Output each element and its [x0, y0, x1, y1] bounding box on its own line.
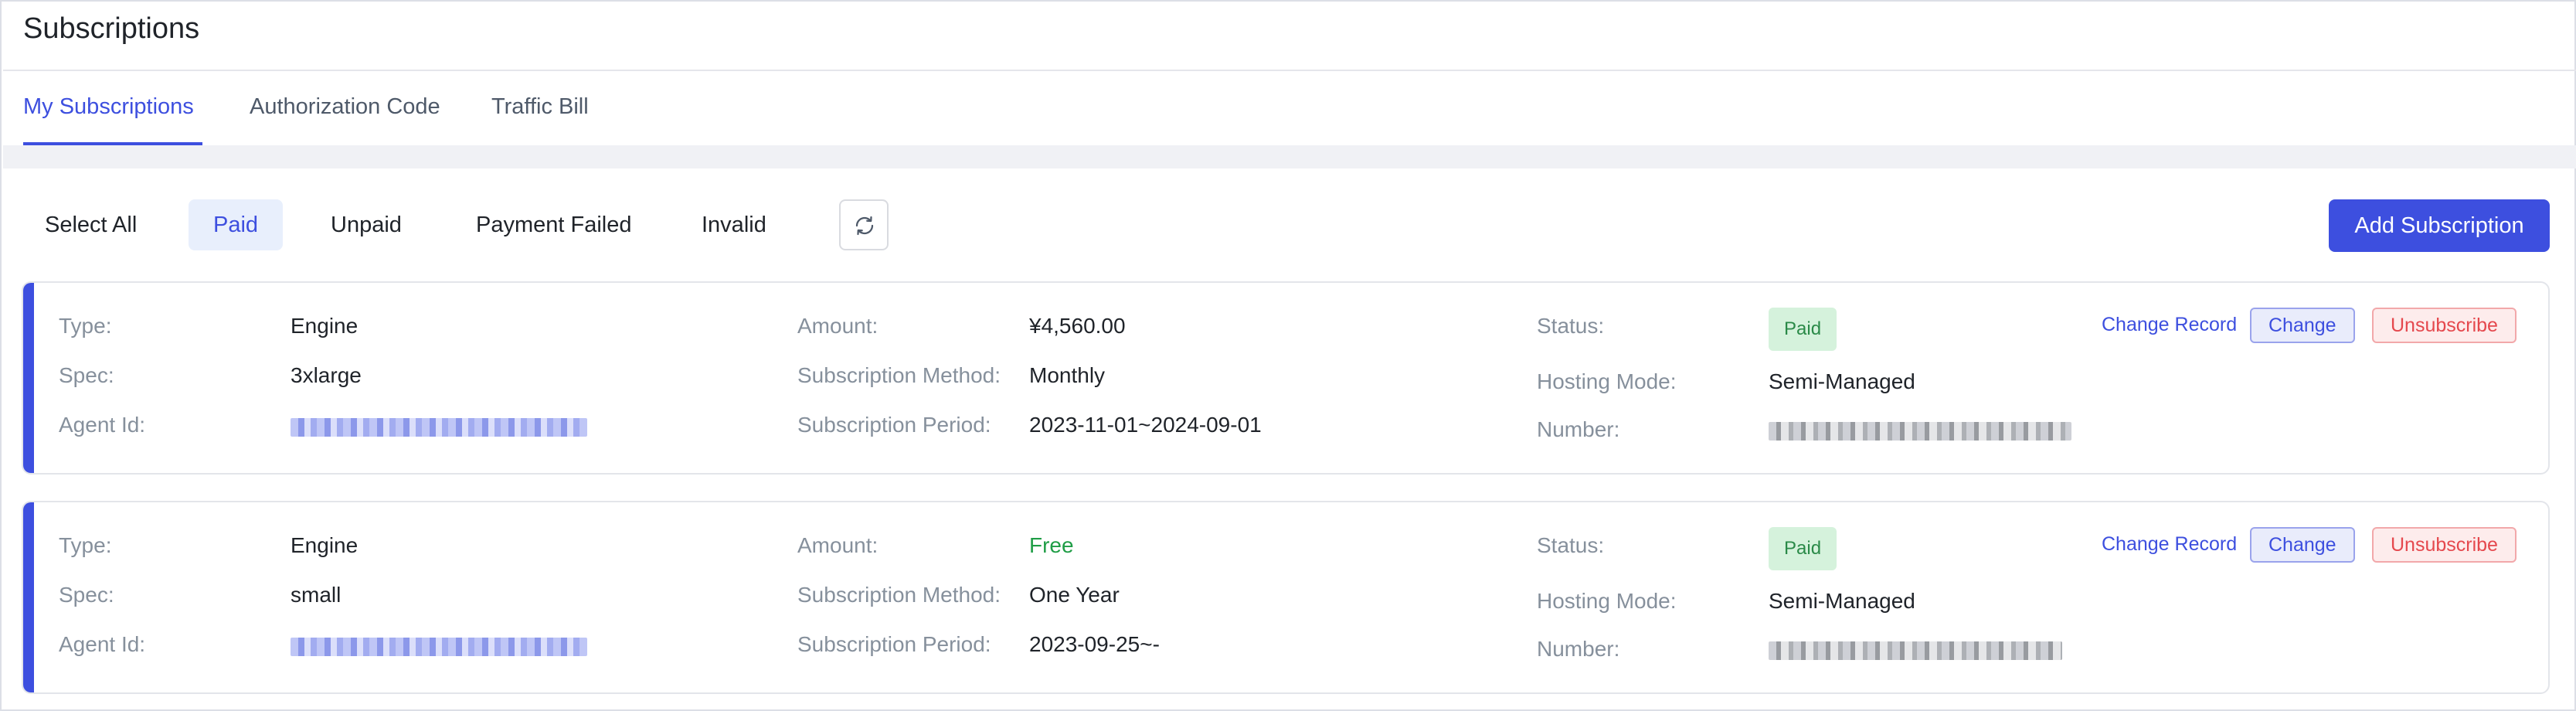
subscription-period-value: 2023-11-01~2024-09-01 — [1029, 413, 1262, 437]
subscription-method-label: Subscription Method: — [797, 363, 1001, 387]
spec-label: Spec: — [59, 583, 114, 607]
number-label: Number: — [1537, 417, 1620, 441]
number-value-redacted — [1769, 422, 2071, 441]
unsubscribe-button[interactable]: Unsubscribe — [2372, 527, 2517, 563]
number-value-redacted — [1769, 641, 2062, 660]
type-value: Engine — [291, 314, 359, 338]
type-label: Type: — [59, 533, 112, 557]
spec-value: 3xlarge — [291, 363, 362, 387]
change-button[interactable]: Change — [2250, 527, 2355, 563]
add-subscription-button[interactable]: Add Subscription — [2329, 199, 2550, 252]
subscription-card: Type: Engine Spec: 3xlarge Agent Id: Amo… — [22, 281, 2550, 475]
subscription-card: Type: Engine Spec: small Agent Id: Amoun… — [22, 501, 2550, 694]
filter-unpaid[interactable]: Unpaid — [306, 199, 427, 250]
unsubscribe-button[interactable]: Unsubscribe — [2372, 308, 2517, 343]
card-accent-bar — [23, 283, 34, 473]
amount-label: Amount: — [797, 314, 878, 338]
tab-authorization-code[interactable]: Authorization Code — [250, 94, 440, 120]
agent-id-value-redacted — [291, 638, 587, 656]
agent-id-label: Agent Id: — [59, 632, 146, 656]
type-label: Type: — [59, 314, 112, 338]
subscription-period-label: Subscription Period: — [797, 632, 991, 656]
change-record-link[interactable]: Change Record — [2102, 533, 2237, 556]
type-value: Engine — [291, 533, 359, 557]
number-label: Number: — [1537, 637, 1620, 661]
tab-traffic-bill[interactable]: Traffic Bill — [491, 94, 589, 120]
subscription-period-value: 2023-09-25~- — [1029, 632, 1160, 656]
change-record-link[interactable]: Change Record — [2102, 314, 2237, 336]
filter-paid[interactable]: Paid — [189, 199, 284, 250]
hosting-mode-label: Hosting Mode: — [1537, 369, 1677, 393]
subscription-method-value: Monthly — [1029, 363, 1106, 387]
filter-select-all[interactable]: Select All — [20, 199, 161, 250]
tab-bar: My Subscriptions Authorization Code Traf… — [3, 71, 2576, 145]
filter-invalid[interactable]: Invalid — [677, 199, 791, 250]
amount-label: Amount: — [797, 533, 878, 557]
tab-my-subscriptions[interactable]: My Subscriptions — [23, 94, 194, 120]
spec-value: small — [291, 583, 342, 607]
page-title: Subscriptions — [23, 12, 200, 45]
hosting-mode-value: Semi-Managed — [1769, 589, 1915, 613]
status-label: Status: — [1537, 314, 1605, 338]
amount-value: ¥4,560.00 — [1029, 314, 1126, 338]
hosting-mode-label: Hosting Mode: — [1537, 589, 1677, 613]
section-divider — [3, 145, 2576, 168]
agent-id-value-redacted — [291, 418, 587, 437]
refresh-button[interactable] — [839, 199, 889, 250]
spec-label: Spec: — [59, 363, 114, 387]
status-badge: Paid — [1769, 308, 1837, 351]
amount-value: Free — [1029, 533, 1074, 557]
status-label: Status: — [1537, 533, 1605, 557]
page-header: Subscriptions — [3, 3, 2576, 71]
subscription-period-label: Subscription Period: — [797, 413, 991, 437]
subscription-method-value: One Year — [1029, 583, 1120, 607]
agent-id-label: Agent Id: — [59, 413, 146, 437]
refresh-icon — [855, 216, 874, 236]
change-button[interactable]: Change — [2250, 308, 2355, 343]
hosting-mode-value: Semi-Managed — [1769, 369, 1915, 393]
filter-payment-failed[interactable]: Payment Failed — [451, 199, 657, 250]
card-accent-bar — [23, 502, 34, 692]
status-badge: Paid — [1769, 527, 1837, 570]
subscription-method-label: Subscription Method: — [797, 583, 1001, 607]
